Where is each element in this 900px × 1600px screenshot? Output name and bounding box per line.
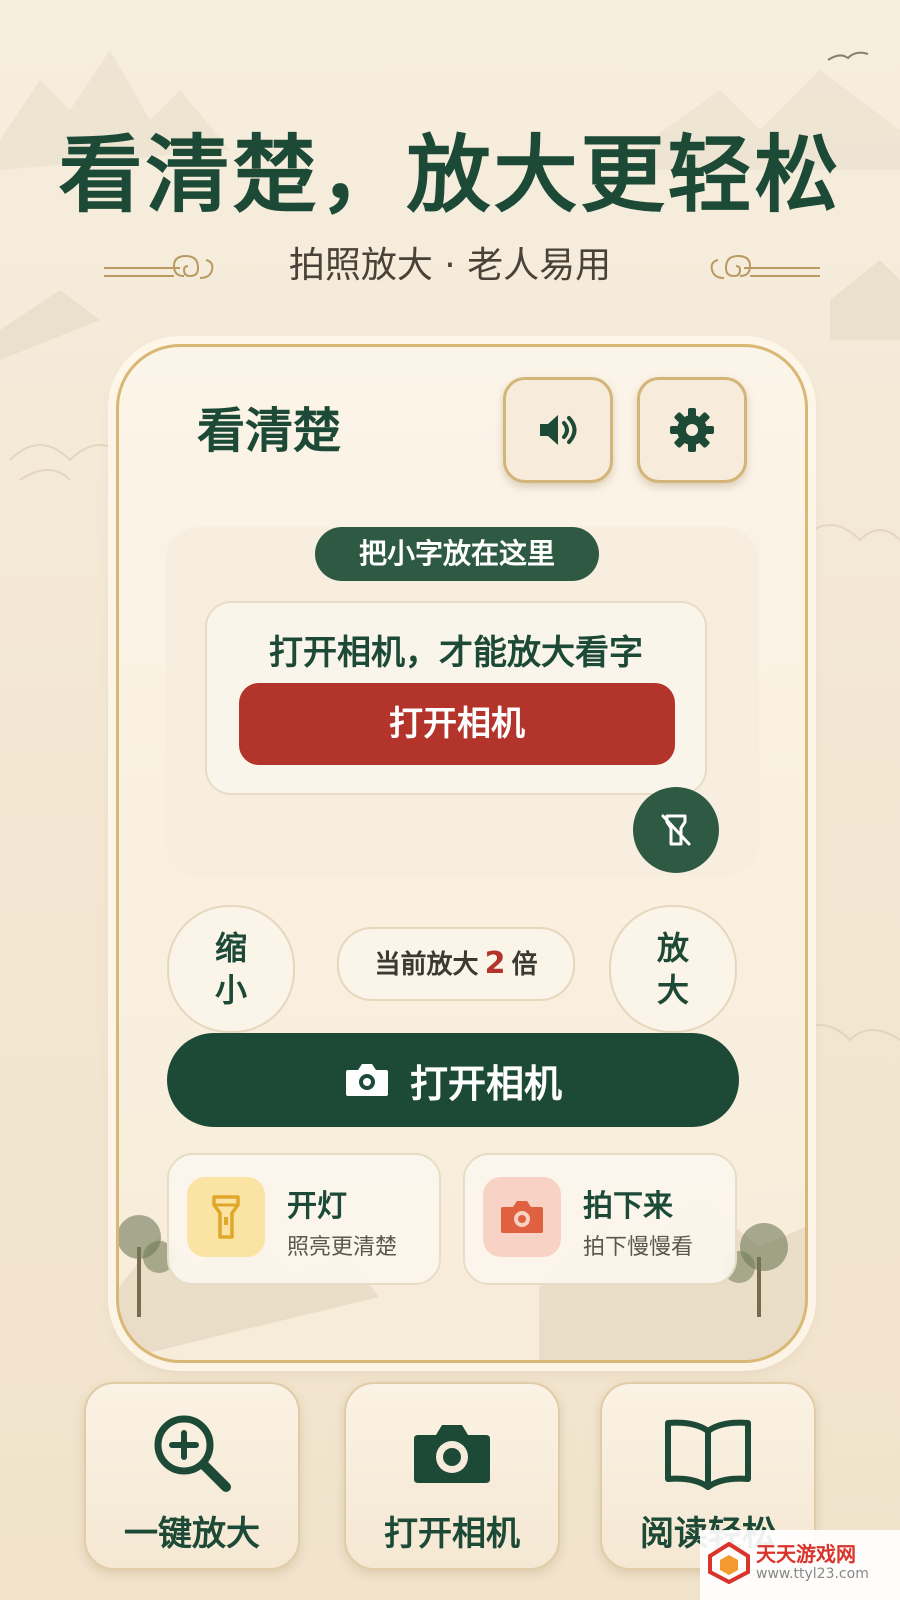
open-camera-main-label: 打开相机 xyxy=(409,1061,562,1106)
turn-on-light-subtitle: 照亮更清楚 xyxy=(287,1235,398,1260)
gear-icon xyxy=(670,408,714,452)
watermark: 天天游戏网 www.ttyl23.com xyxy=(700,1530,900,1600)
settings-button[interactable] xyxy=(637,377,747,483)
flashlight-off-icon xyxy=(661,814,691,846)
turn-on-light-button[interactable]: 开灯 照亮更清楚 xyxy=(167,1153,441,1285)
camera-icon xyxy=(345,1064,388,1096)
zoom-in-label-1: 放 xyxy=(656,929,689,967)
zoom-in-label-2: 大 xyxy=(656,971,689,1009)
camera-permission-message: 打开相机，才能放大看字 xyxy=(269,633,643,673)
turn-on-light-title: 开灯 xyxy=(287,1189,347,1224)
card-title: 看清楚 xyxy=(197,403,342,459)
subtitle-row: 拍照放大 · 老人易用 xyxy=(0,236,900,296)
cloud-ornament-right-icon xyxy=(710,254,820,279)
camera-icon xyxy=(501,1201,543,1233)
zoom-status-prefix: 当前放大 xyxy=(374,950,479,980)
open-camera-main-button[interactable]: 打开相机 xyxy=(167,1033,739,1127)
zoom-out-label-2: 小 xyxy=(214,971,247,1009)
one-tap-zoom-tile[interactable]: 一键放大 xyxy=(84,1382,300,1570)
take-photo-subtitle: 拍下慢慢看 xyxy=(583,1235,694,1260)
watermark-url: www.ttyl23.com xyxy=(756,1566,869,1582)
camera-icon xyxy=(414,1425,490,1483)
book-icon xyxy=(665,1419,751,1490)
zoom-out-label-1: 缩 xyxy=(214,929,247,967)
camera-permission-box: 打开相机，才能放大看字 打开相机 xyxy=(205,601,707,795)
magnifier-card: 看清楚 把小字放在这里 打开相机，才能放大看字 打开相机 缩 小 当前放大 2 … xyxy=(116,344,808,1363)
zoom-in-icon xyxy=(154,1415,231,1492)
zoom-in-button[interactable]: 放 大 xyxy=(609,905,737,1033)
camera-icon-tile xyxy=(483,1177,561,1257)
place-text-hint: 把小字放在这里 xyxy=(315,527,599,581)
flashlight-icon xyxy=(212,1195,240,1239)
flashlight-icon-tile xyxy=(187,1177,265,1257)
watermark-name: 天天游戏网 xyxy=(756,1542,856,1566)
one-tap-zoom-label: 一键放大 xyxy=(124,1514,260,1554)
watermark-logo-icon xyxy=(708,1542,750,1584)
zoom-out-button[interactable]: 缩 小 xyxy=(167,905,295,1033)
flashlight-toggle-button[interactable] xyxy=(633,787,719,873)
camera-preview-area[interactable]: 把小字放在这里 打开相机，才能放大看字 打开相机 xyxy=(165,527,759,877)
open-camera-red-button[interactable]: 打开相机 xyxy=(239,683,675,765)
take-photo-title: 拍下来 xyxy=(583,1189,673,1224)
open-camera-tile[interactable]: 打开相机 xyxy=(344,1382,560,1570)
zoom-status-suffix: 倍 xyxy=(511,950,538,980)
hero-title: 看清楚，放大更轻松 xyxy=(58,126,842,224)
take-photo-button[interactable]: 拍下来 拍下慢慢看 xyxy=(463,1153,737,1285)
zoom-level-value: 2 xyxy=(484,946,506,981)
sound-button[interactable] xyxy=(503,377,613,483)
zoom-level-status: 当前放大 2 倍 xyxy=(337,927,575,1001)
volume-icon xyxy=(540,415,577,445)
open-camera-tile-label: 打开相机 xyxy=(384,1514,520,1554)
